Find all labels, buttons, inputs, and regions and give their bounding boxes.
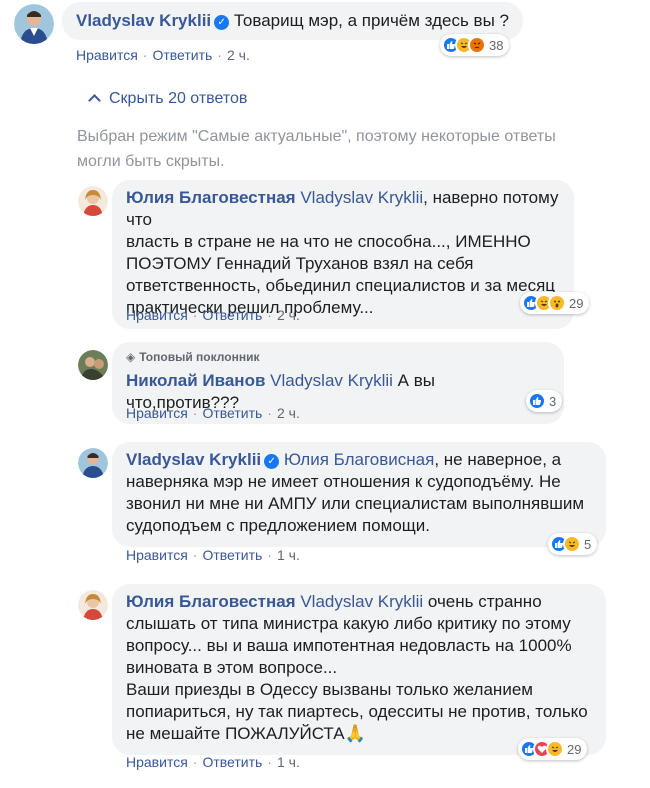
haha-icon xyxy=(563,535,581,553)
comment-author[interactable]: Vladyslav Kryklii xyxy=(76,11,211,30)
reply-text: , не наверное, а xyxy=(434,450,562,469)
reply-author[interactable]: Юлия Благовестная xyxy=(126,188,296,207)
sort-mode-note: Выбран режим "Самые актуальные", поэтому… xyxy=(77,124,637,174)
comment-actions: Нравится · Ответить · 2 ч. xyxy=(76,47,250,63)
avatar-yulia[interactable] xyxy=(78,590,108,620)
badge-label: Топовый поклонник xyxy=(139,350,260,364)
reply-text: ответственность, обьединил специалистов … xyxy=(126,276,556,295)
reply-actions: Нравится · Ответить · 2 ч. xyxy=(126,405,300,421)
like-action[interactable]: Нравится xyxy=(126,405,188,421)
sort-mode-note-line: Выбран режим "Самые актуальные", поэтому… xyxy=(77,128,556,145)
comment-text: Товарищ мэр, а причём здесь вы ? xyxy=(233,11,509,30)
reply-author[interactable]: Vladyslav Kryklii xyxy=(126,450,261,469)
reaction-count: 5 xyxy=(584,536,592,552)
reply-mention[interactable]: Vladyslav Kryklii xyxy=(270,371,393,390)
reply-actions: Нравится · Ответить · 1 ч. xyxy=(126,754,300,770)
reply-text: вопросу... вы и ваша импотентная недовла… xyxy=(126,636,572,655)
reply-text: очень странно xyxy=(423,592,542,611)
reaction-count: 3 xyxy=(549,393,557,409)
avatar-vladyslav[interactable] xyxy=(14,4,54,44)
top-fan-badge: ◈ Топовый поклонник xyxy=(126,346,550,368)
avatar-vladyslav[interactable] xyxy=(78,448,108,478)
reply-text: виновата в этом вопросе... xyxy=(126,658,338,677)
reply-mention[interactable]: Vladyslav Kryklii xyxy=(300,592,423,611)
reply-text: судоподъем с предложением помощи. xyxy=(126,516,430,535)
reaction-summary[interactable]: 5 xyxy=(548,533,598,555)
timestamp[interactable]: 1 ч. xyxy=(277,754,300,770)
reply-text: Ваши приезды в Одессу вызваны только жел… xyxy=(126,680,533,699)
diamond-icon: ◈ xyxy=(126,350,136,364)
reply-actions: Нравится · Ответить · 1 ч. xyxy=(126,547,300,563)
reaction-count: 29 xyxy=(567,741,582,757)
reaction-count: 29 xyxy=(569,295,584,311)
reply-text: слышать от типа министра какую либо крит… xyxy=(126,614,571,633)
like-icon xyxy=(528,392,546,410)
reply-action[interactable]: Ответить xyxy=(202,307,262,323)
avatar-nikolay[interactable] xyxy=(78,350,108,380)
reply-text: звонил ни мне ни АМПУ или специалистам в… xyxy=(126,494,585,513)
reply-action[interactable]: Ответить xyxy=(202,754,262,770)
reply-action[interactable]: Ответить xyxy=(152,47,212,63)
reply-mention[interactable]: Юлия Благовисная xyxy=(284,450,434,469)
reply-action[interactable]: Ответить xyxy=(202,405,262,421)
reply-bubble: Юлия Благовестная Vladyslav Kryklii очен… xyxy=(112,584,606,755)
like-action[interactable]: Нравится xyxy=(126,547,188,563)
timestamp[interactable]: 2 ч. xyxy=(277,405,300,421)
reply-author[interactable]: Николай Иванов xyxy=(126,371,265,390)
reply-mention[interactable]: Vladyslav Kryklii xyxy=(300,188,423,207)
angry-icon xyxy=(468,36,486,54)
reply-bubble: Vladyslav Kryklii ✓ Юлия Благовисная, не … xyxy=(112,442,606,547)
verified-badge-icon: ✓ xyxy=(214,15,230,30)
chevron-up-icon xyxy=(88,94,101,107)
hide-replies-label: Скрыть 20 ответов xyxy=(109,90,248,107)
timestamp[interactable]: 2 ч. xyxy=(277,307,300,323)
verified-badge-icon: ✓ xyxy=(264,454,280,469)
like-action[interactable]: Нравится xyxy=(126,307,188,323)
hide-replies-toggle[interactable]: Скрыть 20 ответов xyxy=(88,90,248,108)
reaction-count: 38 xyxy=(489,37,504,53)
reply-actions: Нравится · Ответить · 2 ч. xyxy=(126,307,300,323)
avatar-yulia[interactable] xyxy=(78,186,108,216)
reply-action[interactable]: Ответить xyxy=(202,547,262,563)
like-action[interactable]: Нравится xyxy=(76,47,138,63)
like-action[interactable]: Нравится xyxy=(126,754,188,770)
reply-author[interactable]: Юлия Благовестная xyxy=(126,592,296,611)
timestamp[interactable]: 2 ч. xyxy=(227,47,250,63)
wow-icon xyxy=(548,294,566,312)
reply-text: попиариться, ну так пиартесь, одесситы н… xyxy=(126,702,588,721)
reply-text: наверняка мэр не имеет отношения к судоп… xyxy=(126,472,561,491)
timestamp[interactable]: 1 ч. xyxy=(277,547,300,563)
reaction-summary[interactable]: 3 xyxy=(526,390,563,412)
reply-text: власть в стране не на что не способна...… xyxy=(126,232,531,251)
sort-mode-note-line: могли быть скрыты. xyxy=(77,153,225,170)
reaction-summary[interactable]: 29 xyxy=(520,292,590,314)
reply-text: ПОЭТОМУ Геннадий Труханов взял на себя xyxy=(126,254,474,273)
reaction-summary[interactable]: 29 xyxy=(518,738,588,760)
haha-icon xyxy=(546,740,564,758)
reaction-summary[interactable]: 38 xyxy=(440,34,510,56)
